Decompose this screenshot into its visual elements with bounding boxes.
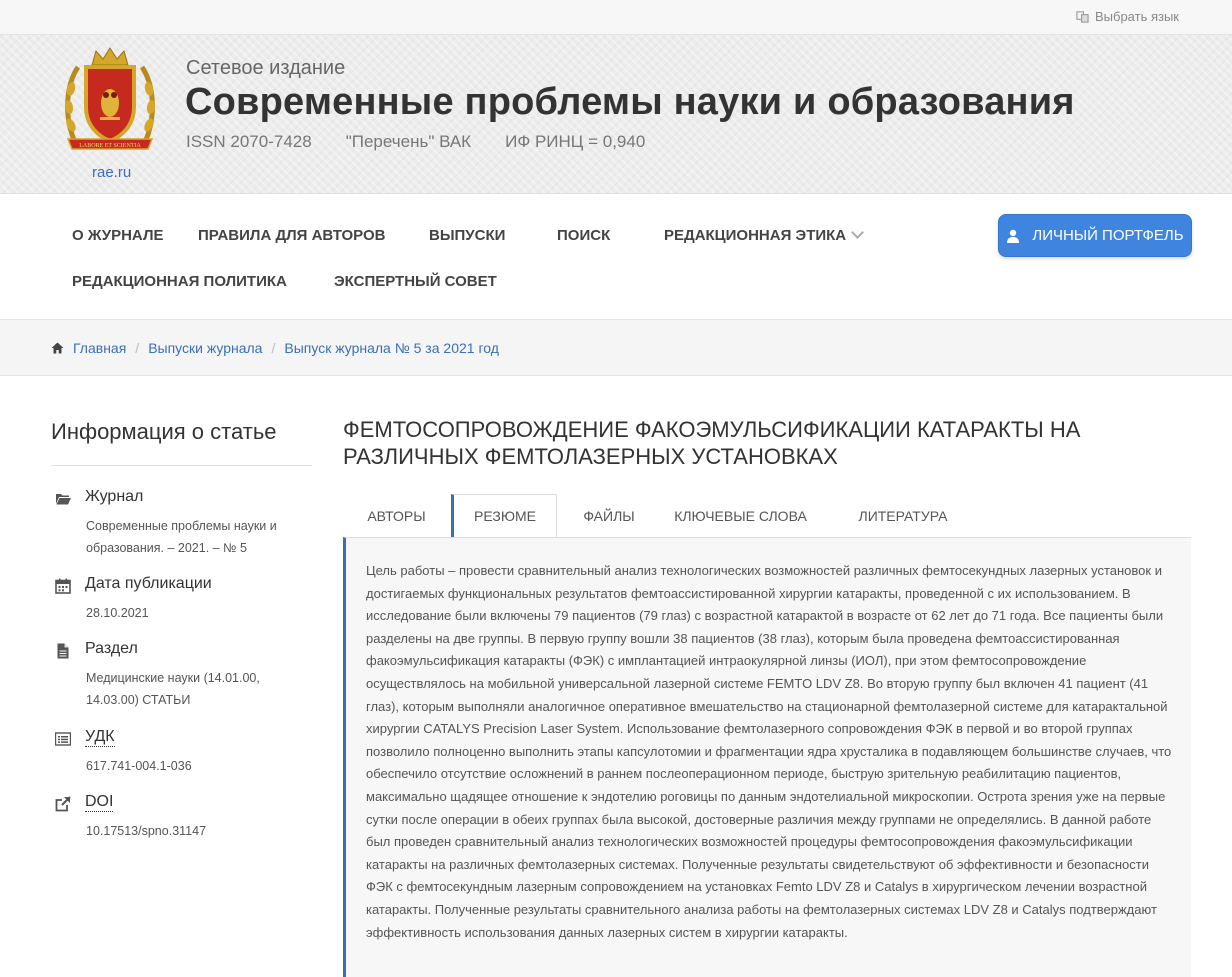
- calendar-icon: [55, 578, 71, 594]
- breadcrumb: Главная / Выпуски журнала / Выпуск журна…: [0, 320, 1232, 376]
- site-title[interactable]: Современные проблемы науки и образования: [185, 81, 1075, 124]
- rinc-text: ИФ РИНЦ = 0,940: [505, 132, 646, 151]
- nav-issues[interactable]: ВЫПУСКИ: [429, 227, 505, 244]
- personal-portfolio-button[interactable]: ЛИЧНЫЙ ПОРТФЕЛЬ: [998, 214, 1192, 257]
- language-icon: [1076, 11, 1089, 23]
- nav-editorial-ethics[interactable]: РЕДАКЦИОННАЯ ЭТИКА: [664, 226, 865, 244]
- info-udc-value: 617.741-004.1-036: [86, 759, 192, 773]
- article-tabs: АВТОРЫ РЕЗЮМЕ ФАЙЛЫ КЛЮЧЕВЫЕ СЛОВА ЛИТЕР…: [343, 494, 1191, 538]
- list-icon: [55, 732, 71, 746]
- tab-references[interactable]: ЛИТЕРАТУРА: [843, 494, 963, 537]
- tab-abstract[interactable]: РЕЗЮМЕ: [451, 494, 557, 538]
- top-bar: Выбрать язык: [0, 0, 1232, 35]
- issn-text: ISSN 2070-7428: [186, 132, 312, 151]
- file-icon: [57, 643, 69, 659]
- nav-search[interactable]: ПОИСК: [557, 227, 610, 244]
- site-header: LABORE ET SCIENTIA rae.ru Сетевое издани…: [0, 35, 1232, 194]
- breadcrumb-separator: /: [271, 340, 276, 356]
- rae-link[interactable]: rae.ru: [92, 164, 131, 181]
- tab-authors[interactable]: АВТОРЫ: [343, 494, 450, 537]
- info-section-label: Раздел: [85, 640, 138, 657]
- home-icon: [51, 342, 64, 354]
- article-title: ФЕМТОСОПРОВОЖДЕНИЕ ФАКОЭМУЛЬСИФИКАЦИИ КА…: [343, 417, 1081, 469]
- info-journal-value: Современные проблемы науки и образования…: [86, 519, 277, 555]
- journal-logo[interactable]: LABORE ET SCIENTIA: [62, 45, 158, 157]
- nav-editorial-policy[interactable]: РЕДАКЦИОННАЯ ПОЛИТИКА: [72, 273, 287, 290]
- logo-motto: LABORE ET SCIENTIA: [79, 143, 141, 149]
- journal-meta: ISSN 2070-7428 "Перечень" ВАК ИФ РИНЦ = …: [186, 132, 645, 152]
- nav-editorial-ethics-label: РЕДАКЦИОННАЯ ЭТИКА: [664, 227, 847, 244]
- folder-open-icon: [56, 494, 71, 505]
- info-journal-label: Журнал: [85, 488, 144, 505]
- abstract-panel: Цель работы – провести сравнительный ана…: [343, 537, 1191, 977]
- vak-text: "Перечень" ВАК: [345, 132, 472, 151]
- info-udc-label: УДК: [85, 728, 115, 747]
- nav-expert-council[interactable]: ЭКСПЕРТНЫЙ СОВЕТ: [334, 273, 497, 290]
- tab-files[interactable]: ФАЙЛЫ: [557, 494, 661, 537]
- breadcrumb-issues[interactable]: Выпуски журнала: [148, 340, 262, 356]
- breadcrumb-home[interactable]: Главная: [73, 340, 126, 356]
- info-doi-label: DOI: [85, 793, 114, 812]
- info-doi-value[interactable]: 10.17513/spno.31147: [86, 820, 306, 842]
- article-info-title: Информация о статье: [51, 419, 277, 444]
- external-link-icon: [55, 796, 71, 812]
- main-nav: О ЖУРНАЛЕ ПРАВИЛА ДЛЯ АВТОРОВ ВЫПУСКИ ПО…: [0, 194, 1232, 320]
- site-kicker: Сетевое издание: [186, 57, 346, 79]
- portfolio-label: ЛИЧНЫЙ ПОРТФЕЛЬ: [1032, 227, 1184, 244]
- breadcrumb-current-issue[interactable]: Выпуск журнала № 5 за 2021 год: [284, 340, 499, 356]
- divider: [51, 465, 312, 466]
- user-icon: [1007, 229, 1020, 243]
- breadcrumb-separator: /: [135, 340, 140, 356]
- abstract-text: Цель работы – провести сравнительный ана…: [366, 563, 1172, 940]
- nav-about[interactable]: О ЖУРНАЛЕ: [72, 227, 163, 244]
- language-selector[interactable]: Выбрать язык: [1076, 9, 1179, 24]
- chevron-down-icon: [851, 226, 865, 239]
- info-section-value: Медицинские науки (14.01.00, 14.03.00) С…: [86, 671, 260, 707]
- tab-keywords[interactable]: КЛЮЧЕВЫЕ СЛОВА: [663, 494, 818, 537]
- info-date-value: 28.10.2021: [86, 606, 149, 620]
- language-label: Выбрать язык: [1094, 9, 1179, 24]
- nav-author-rules[interactable]: ПРАВИЛА ДЛЯ АВТОРОВ: [198, 227, 385, 244]
- info-date-label: Дата публикации: [85, 575, 212, 592]
